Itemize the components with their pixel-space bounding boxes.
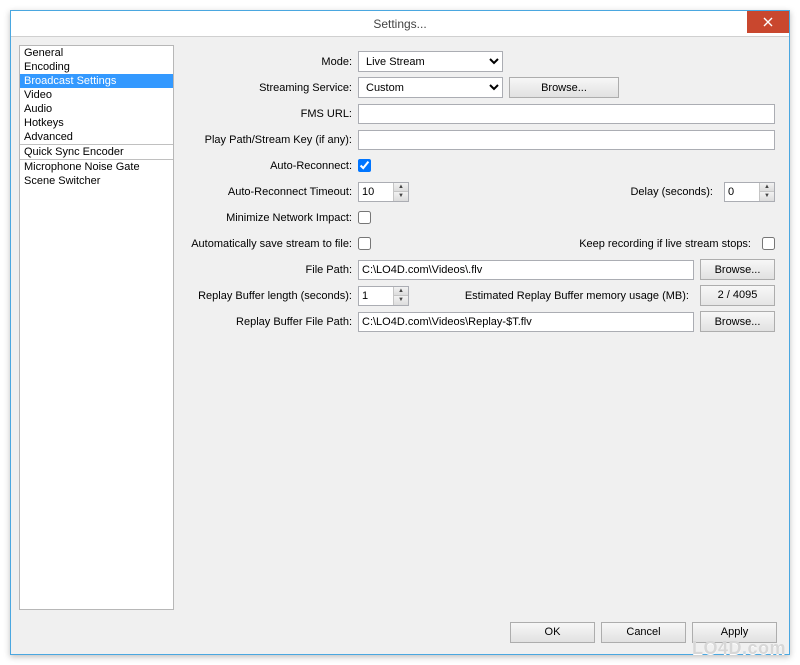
titlebar: Settings... — [11, 11, 789, 37]
timeout-spinner[interactable]: ▲▼ — [358, 182, 409, 202]
spin-up-icon[interactable]: ▲ — [393, 183, 408, 193]
spin-down-icon[interactable]: ▼ — [393, 192, 408, 201]
cancel-button[interactable]: Cancel — [601, 622, 686, 643]
delay-spinner[interactable]: ▲▼ — [724, 182, 775, 202]
replaypath-label: Replay Buffer File Path: — [188, 316, 358, 328]
close-button[interactable] — [747, 11, 789, 33]
autoreconnect-label: Auto-Reconnect: — [188, 160, 358, 172]
playpath-input[interactable] — [358, 130, 775, 150]
delay-label: Delay (seconds): — [630, 186, 718, 198]
replaylen-label: Replay Buffer length (seconds): — [188, 290, 358, 302]
memusage-label: Estimated Replay Buffer memory usage (MB… — [465, 290, 694, 302]
filepath-label: File Path: — [188, 264, 358, 276]
timeout-input[interactable] — [359, 183, 393, 201]
playpath-label: Play Path/Stream Key (if any): — [188, 134, 358, 146]
sidebar-item[interactable]: Encoding — [20, 60, 173, 74]
autosave-checkbox[interactable] — [358, 237, 371, 250]
sidebar-item[interactable]: Broadcast Settings — [20, 74, 173, 88]
autosave-label: Automatically save stream to file: — [188, 238, 358, 250]
service-browse-button[interactable]: Browse... — [509, 77, 619, 98]
dialog-buttons: OK Cancel Apply — [11, 618, 789, 654]
filepath-input[interactable] — [358, 260, 694, 280]
sidebar-item[interactable]: Scene Switcher — [20, 174, 173, 188]
replaypath-browse-button[interactable]: Browse... — [700, 311, 775, 332]
settings-window: Settings... GeneralEncodingBroadcast Set… — [10, 10, 790, 655]
sidebar-item[interactable]: Video — [20, 88, 173, 102]
minnet-checkbox[interactable] — [358, 211, 371, 224]
ok-button[interactable]: OK — [510, 622, 595, 643]
spin-up-icon[interactable]: ▲ — [393, 287, 408, 297]
service-label: Streaming Service: — [188, 82, 358, 94]
minnet-label: Minimize Network Impact: — [188, 212, 358, 224]
delay-input[interactable] — [725, 183, 759, 201]
sidebar-item[interactable]: Audio — [20, 102, 173, 116]
replaylen-spinner[interactable]: ▲▼ — [358, 286, 409, 306]
category-sidebar: GeneralEncodingBroadcast SettingsVideoAu… — [19, 45, 174, 610]
sidebar-item[interactable]: Microphone Noise Gate — [20, 160, 173, 174]
filepath-browse-button[interactable]: Browse... — [700, 259, 775, 280]
autoreconnect-checkbox[interactable] — [358, 159, 371, 172]
replaylen-input[interactable] — [359, 287, 393, 305]
mode-select[interactable]: Live Stream — [358, 51, 503, 72]
content-area: GeneralEncodingBroadcast SettingsVideoAu… — [11, 37, 789, 618]
spin-down-icon[interactable]: ▼ — [393, 296, 408, 305]
service-select[interactable]: Custom — [358, 77, 503, 98]
fms-label: FMS URL: — [188, 108, 358, 120]
close-icon — [763, 17, 773, 27]
keeprec-checkbox[interactable] — [762, 237, 775, 250]
timeout-label: Auto-Reconnect Timeout: — [188, 186, 358, 198]
sidebar-item[interactable]: General — [20, 46, 173, 60]
replaypath-input[interactable] — [358, 312, 694, 332]
sidebar-item[interactable]: Quick Sync Encoder — [20, 145, 173, 159]
spin-up-icon[interactable]: ▲ — [759, 183, 774, 193]
sidebar-item[interactable]: Hotkeys — [20, 116, 173, 130]
spin-down-icon[interactable]: ▼ — [759, 192, 774, 201]
mode-label: Mode: — [188, 56, 358, 68]
memusage-readout: 2 / 4095 — [700, 285, 775, 306]
apply-button[interactable]: Apply — [692, 622, 777, 643]
window-title: Settings... — [373, 17, 426, 31]
sidebar-item[interactable]: Advanced — [20, 130, 173, 144]
fms-url-input[interactable] — [358, 104, 775, 124]
keeprec-label: Keep recording if live stream stops: — [579, 238, 756, 250]
form-panel: Mode: Live Stream Streaming Service: Cus… — [182, 45, 781, 610]
